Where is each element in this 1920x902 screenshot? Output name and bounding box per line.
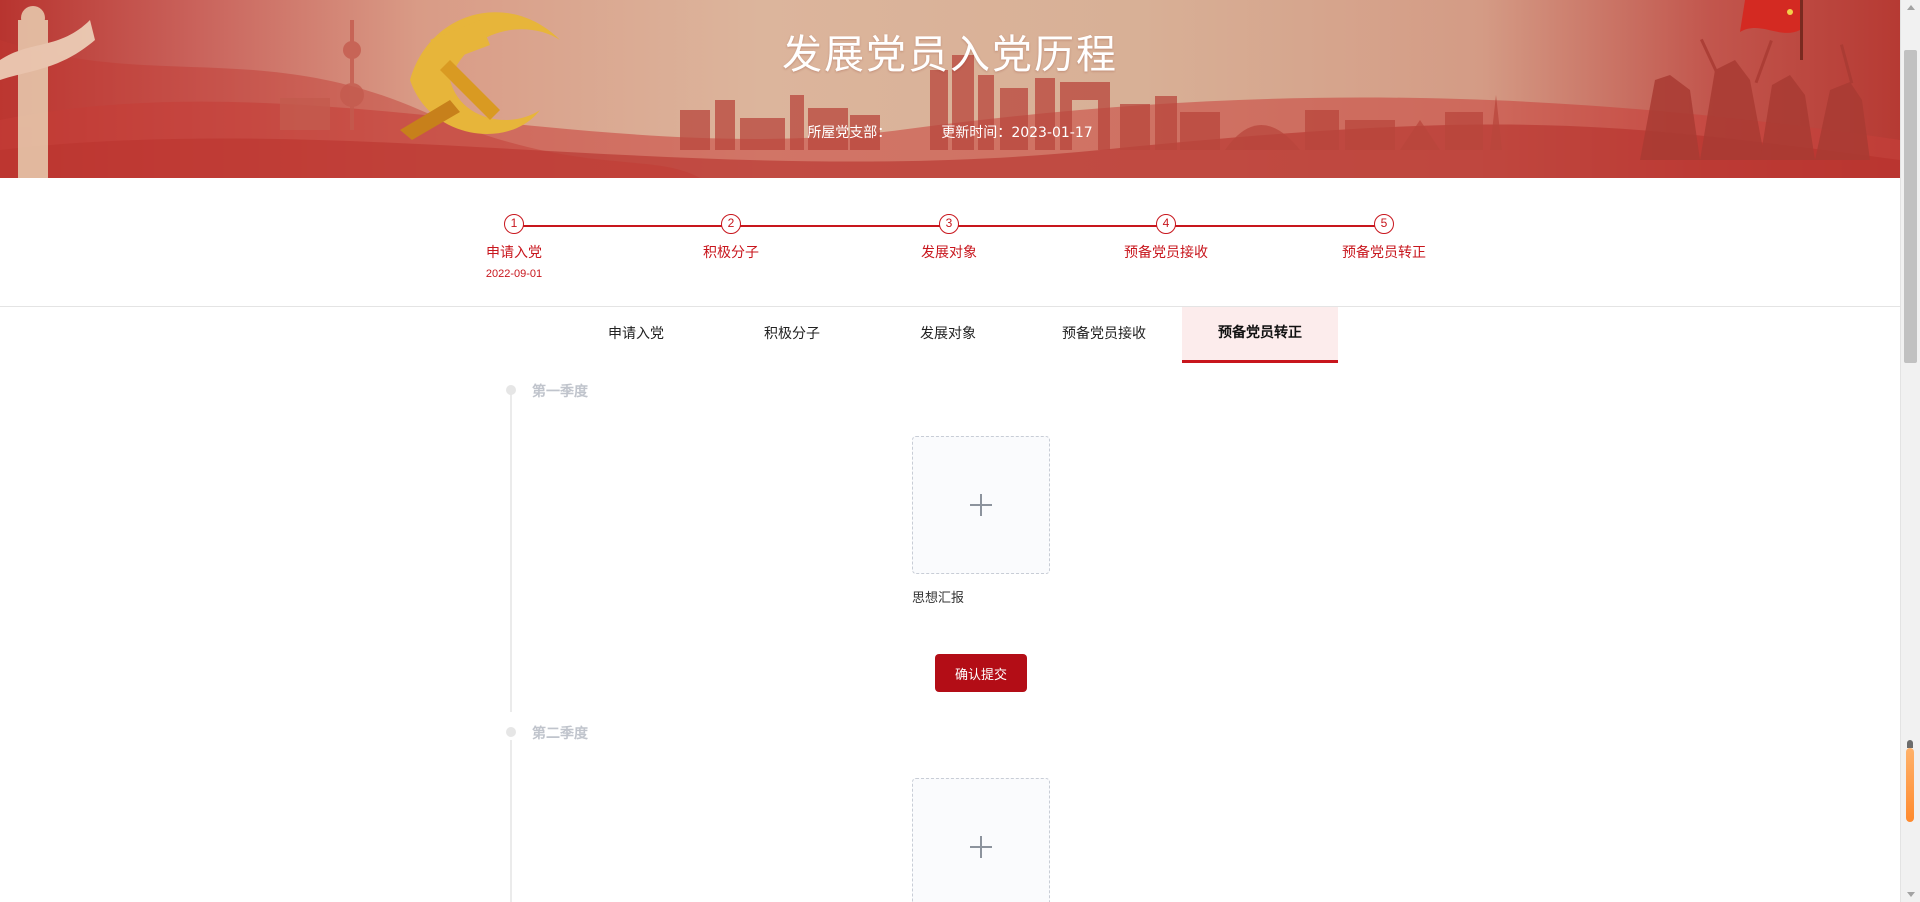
step-label: 预备党员接收 <box>1124 245 1208 261</box>
update-time-label: 更新时间： <box>941 125 1012 141</box>
tab-activist[interactable]: 积极分子 <box>714 307 870 361</box>
header-banner: 发展党员入党历程 所屋党支部： 更新时间：2023-01-17 <box>0 0 1900 178</box>
branch-label: 所屋党支部： <box>807 125 892 141</box>
upload-label: 思想汇报 <box>912 591 965 606</box>
side-indicator-cap <box>1907 740 1913 748</box>
tab-probationary-regularization[interactable]: 预备党员转正 <box>1182 307 1338 363</box>
confirm-submit-button[interactable]: 确认提交 <box>935 654 1027 692</box>
section-title: 第一季度 <box>532 384 588 400</box>
step-number: 2 <box>721 214 741 234</box>
step-1: 1 申请入党 2022-09-01 <box>434 214 594 280</box>
section-title: 第二季度 <box>532 726 588 742</box>
timeline-dot <box>506 727 516 737</box>
step-4: 4 预备党员接收 <box>1086 214 1246 262</box>
stage-tabs: 申请入党 积极分子 发展对象 预备党员接收 预备党员转正 <box>558 307 1338 363</box>
upload-box[interactable] <box>912 436 1050 574</box>
upload-box[interactable] <box>912 778 1050 902</box>
step-label: 申请入党 <box>486 245 542 261</box>
step-number: 1 <box>504 214 524 234</box>
scrollbar-thumb[interactable] <box>1904 50 1917 363</box>
tab-probationary-admission[interactable]: 预备党员接收 <box>1026 307 1182 361</box>
step-label: 预备党员转正 <box>1342 245 1426 261</box>
tab-development-target[interactable]: 发展对象 <box>870 307 1026 361</box>
scroll-up-icon[interactable] <box>1907 5 1915 10</box>
step-label: 发展对象 <box>921 245 977 261</box>
step-label: 积极分子 <box>703 245 759 261</box>
step-number: 4 <box>1156 214 1176 234</box>
step-number: 5 <box>1374 214 1394 234</box>
progress-stepper: 1 申请入党 2022-09-01 2 积极分子 3 发展对象 4 预备党员接收… <box>0 178 1900 306</box>
step-date: 2022-09-01 <box>485 268 543 280</box>
plus-icon <box>970 494 992 516</box>
step-5: 5 预备党员转正 <box>1304 214 1464 262</box>
page-title: 发展党员入党历程 <box>782 32 1118 78</box>
scroll-down-icon[interactable] <box>1907 892 1915 897</box>
timeline-line <box>510 740 512 902</box>
step-3: 3 发展对象 <box>869 214 1029 262</box>
page: 发展党员入党历程 所屋党支部： 更新时间：2023-01-17 1 申请入党 20… <box>0 0 1900 902</box>
update-time-value: 2023-01-17 <box>1011 125 1093 141</box>
step-number: 3 <box>939 214 959 234</box>
tab-apply[interactable]: 申请入党 <box>558 307 714 361</box>
step-2: 2 积极分子 <box>651 214 811 262</box>
timeline-line <box>510 392 512 712</box>
side-scroll-indicator[interactable] <box>1906 748 1914 822</box>
timeline-dot <box>506 385 516 395</box>
banner-meta: 所屋党支部： 更新时间：2023-01-17 <box>0 122 1900 142</box>
plus-icon <box>970 836 992 858</box>
